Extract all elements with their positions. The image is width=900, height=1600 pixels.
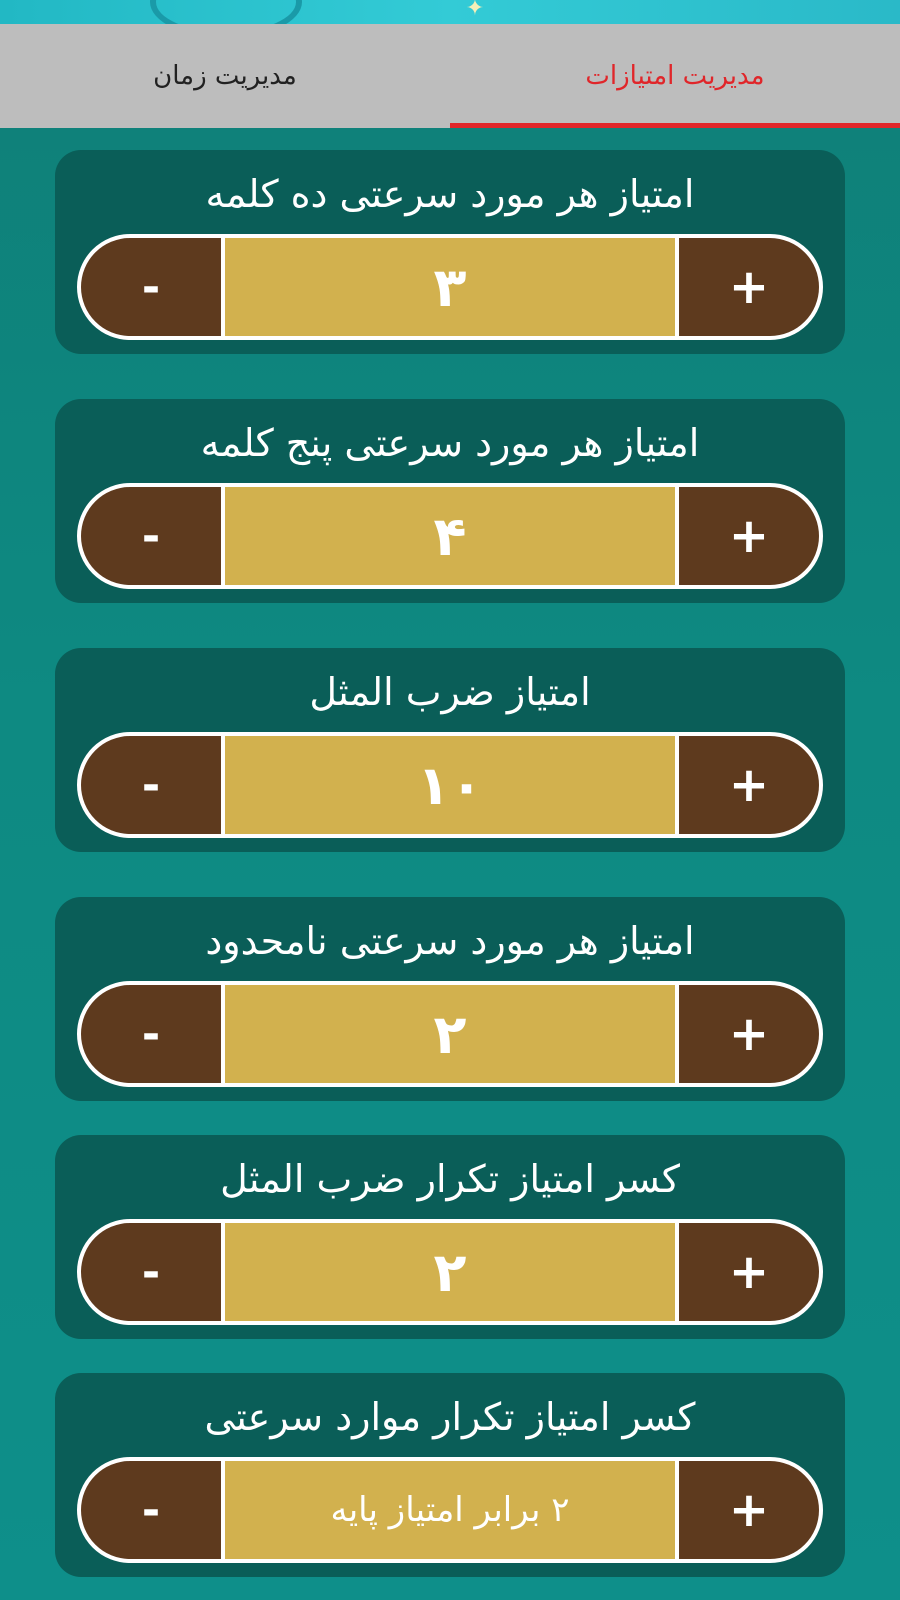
- decrement-button[interactable]: -: [81, 985, 225, 1083]
- setting-card-speed-ten-words: امتیاز هر مورد سرعتی ده کلمه - ۳ +: [55, 150, 845, 354]
- increment-button[interactable]: +: [675, 487, 819, 585]
- score-stepper: - ۱۰ +: [77, 732, 823, 838]
- tab-score-management[interactable]: مدیریت امتیازات: [450, 24, 900, 128]
- score-stepper: - ۲ برابر امتیاز پایه +: [77, 1457, 823, 1563]
- setting-title: امتیاز هر مورد سرعتی ده کلمه: [205, 172, 695, 216]
- setting-title: امتیاز هر مورد سرعتی پنج کلمه: [200, 421, 700, 465]
- score-stepper: - ۴ +: [77, 483, 823, 589]
- setting-title: امتیاز ضرب المثل: [309, 670, 591, 714]
- decrement-button[interactable]: -: [81, 487, 225, 585]
- increment-button[interactable]: +: [675, 1461, 819, 1559]
- score-stepper: - ۳ +: [77, 234, 823, 340]
- score-stepper: - ۲ +: [77, 1219, 823, 1325]
- setting-card-speed-repeat-penalty: کسر امتیاز تکرار موارد سرعتی - ۲ برابر ا…: [55, 1373, 845, 1577]
- increment-button[interactable]: +: [675, 736, 819, 834]
- increment-button[interactable]: +: [675, 985, 819, 1083]
- decrement-button[interactable]: -: [81, 1461, 225, 1559]
- stepper-value: ۳: [225, 238, 675, 336]
- tab-time-management[interactable]: مدیریت زمان: [0, 24, 450, 128]
- sparkle-icon: ✦: [465, 0, 485, 21]
- setting-title: امتیاز هر مورد سرعتی نامحدود: [205, 919, 695, 963]
- increment-button[interactable]: +: [675, 238, 819, 336]
- stepper-value: ۱۰: [225, 736, 675, 834]
- stepper-value: ۲ برابر امتیاز پایه: [225, 1461, 675, 1559]
- setting-card-proverb-repeat-penalty: کسر امتیاز تکرار ضرب المثل - ۲ +: [55, 1135, 845, 1339]
- setting-card-speed-five-words: امتیاز هر مورد سرعتی پنج کلمه - ۴ +: [55, 399, 845, 603]
- score-stepper: - ۲ +: [77, 981, 823, 1087]
- setting-title: کسر امتیاز تکرار ضرب المثل: [220, 1157, 680, 1201]
- stepper-value: ۲: [225, 985, 675, 1083]
- tab-bar: مدیریت امتیازات مدیریت زمان: [0, 24, 900, 128]
- decrement-button[interactable]: -: [81, 1223, 225, 1321]
- setting-title: کسر امتیاز تکرار موارد سرعتی: [204, 1395, 696, 1439]
- decrement-button[interactable]: -: [81, 736, 225, 834]
- setting-card-speed-unlimited: امتیاز هر مورد سرعتی نامحدود - ۲ +: [55, 897, 845, 1101]
- header-banner: ✦: [0, 0, 900, 24]
- decrement-button[interactable]: -: [81, 238, 225, 336]
- setting-card-proverb: امتیاز ضرب المثل - ۱۰ +: [55, 648, 845, 852]
- increment-button[interactable]: +: [675, 1223, 819, 1321]
- banner-decoration: [150, 0, 302, 24]
- stepper-value: ۲: [225, 1223, 675, 1321]
- stepper-value: ۴: [225, 487, 675, 585]
